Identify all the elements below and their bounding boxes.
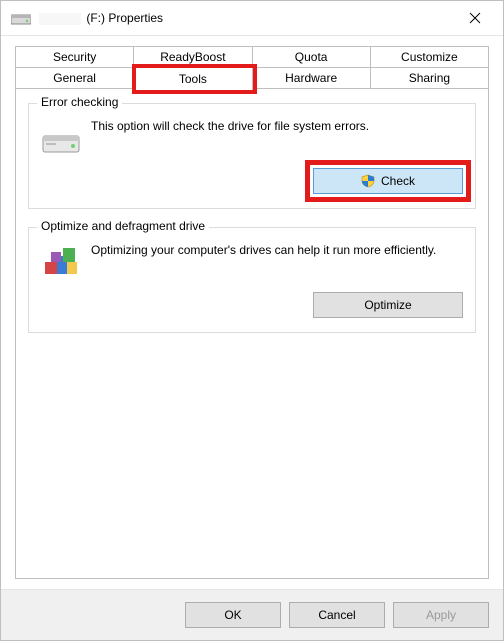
tab-customize[interactable]: Customize bbox=[370, 46, 489, 68]
defrag-icon bbox=[41, 242, 81, 282]
apply-button[interactable]: Apply bbox=[393, 602, 489, 628]
ok-button[interactable]: OK bbox=[185, 602, 281, 628]
window-title: (F:) Properties bbox=[39, 11, 455, 25]
group-error-checking: Error checking This option will check th… bbox=[28, 103, 476, 209]
properties-dialog: (F:) Properties Security ReadyBoost Quot… bbox=[0, 0, 504, 641]
optimize-button-label: Optimize bbox=[364, 298, 411, 312]
tab-quota[interactable]: Quota bbox=[252, 46, 371, 68]
tab-strip: Security ReadyBoost Quota Customize Gene… bbox=[15, 46, 489, 90]
drive-icon bbox=[11, 11, 31, 25]
title-suffix: Properties bbox=[108, 11, 163, 25]
tab-tools[interactable]: Tools bbox=[133, 67, 252, 91]
group-optimize: Optimize and defragment drive Optimizing… bbox=[28, 227, 476, 333]
optimize-button[interactable]: Optimize bbox=[313, 292, 463, 318]
uac-shield-icon bbox=[361, 174, 375, 188]
tab-general[interactable]: General bbox=[15, 67, 134, 89]
group-optimize-title: Optimize and defragment drive bbox=[37, 219, 209, 233]
drive-letter: (F:) bbox=[86, 11, 105, 25]
optimize-desc: Optimizing your computer's drives can he… bbox=[91, 242, 463, 258]
tab-sharing[interactable]: Sharing bbox=[370, 67, 489, 89]
titlebar: (F:) Properties bbox=[1, 1, 503, 36]
tab-hardware[interactable]: Hardware bbox=[252, 67, 371, 89]
error-checking-desc: This option will check the drive for fil… bbox=[91, 118, 463, 134]
group-error-checking-title: Error checking bbox=[37, 95, 122, 109]
check-button-wrap: Check bbox=[313, 168, 463, 194]
drive-name-redacted bbox=[39, 13, 81, 25]
close-icon bbox=[469, 12, 481, 24]
close-button[interactable] bbox=[455, 4, 495, 32]
cancel-button[interactable]: Cancel bbox=[289, 602, 385, 628]
tab-readyboost[interactable]: ReadyBoost bbox=[133, 46, 252, 68]
check-button-label: Check bbox=[381, 174, 415, 188]
dialog-body: Security ReadyBoost Quota Customize Gene… bbox=[1, 36, 503, 589]
tab-content: Error checking This option will check th… bbox=[15, 89, 489, 579]
dialog-footer: OK Cancel Apply bbox=[1, 589, 503, 640]
drive-large-icon bbox=[41, 118, 81, 158]
tab-security[interactable]: Security bbox=[15, 46, 134, 68]
check-button[interactable]: Check bbox=[313, 168, 463, 194]
